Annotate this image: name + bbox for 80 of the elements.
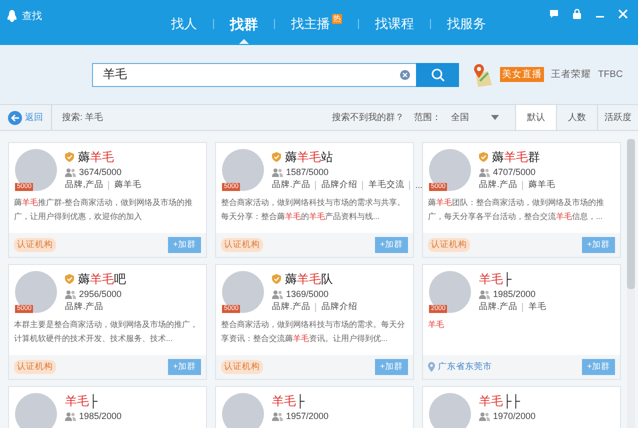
members-icon (479, 168, 490, 176)
members-icon (479, 412, 490, 420)
members-icon (65, 290, 76, 298)
members-icon (272, 290, 283, 298)
group-name[interactable]: 薅羊毛站 (285, 148, 333, 166)
group-name[interactable]: 薅羊毛吧 (78, 270, 126, 288)
group-name[interactable]: 薅羊毛 (78, 148, 114, 166)
avatar (15, 149, 57, 191)
group-tag: ... (415, 180, 422, 190)
certified-badge: 认证机构 (14, 238, 56, 252)
member-count: 1369/5000 (286, 289, 329, 299)
member-count: 1985/2000 (79, 411, 122, 421)
search-query: 搜索: 羊毛 (61, 111, 104, 124)
group-tag: 品牌介绍 (321, 179, 358, 191)
group-tag: 品牌.产品 (272, 301, 310, 313)
hot-search-link[interactable]: TFBC (598, 69, 623, 80)
group-tag: 品牌,产品 (65, 179, 104, 191)
certified-badge: 认证机构 (14, 360, 56, 374)
members-icon (65, 412, 76, 420)
map-pin-icon[interactable] (472, 62, 492, 86)
member-count: 2956/5000 (79, 289, 122, 299)
sort-tab[interactable]: 活跃度 (597, 105, 638, 130)
help-link[interactable]: 搜索不到我的群？ (332, 111, 404, 124)
search-button[interactable] (416, 62, 459, 86)
back-label: 返回 (25, 111, 43, 124)
member-count: 3674/5000 (79, 167, 122, 177)
members-icon (272, 412, 283, 420)
avatar (222, 149, 264, 191)
member-count: 1957/2000 (286, 411, 329, 421)
caret-icon (491, 115, 499, 120)
scrollbar[interactable] (627, 139, 635, 428)
chat-icon[interactable] (549, 9, 559, 19)
avatar (15, 393, 57, 428)
member-count: 4707/5000 (493, 167, 536, 177)
avatar (429, 271, 471, 313)
scope-label: 范围： (414, 111, 441, 124)
group-name[interactable]: 羊毛├ (479, 270, 512, 288)
group-name[interactable]: 羊毛├ (65, 392, 98, 410)
member-count: 1985/2000 (493, 289, 536, 299)
members-icon (272, 168, 283, 176)
penguin-icon (7, 10, 17, 22)
group-name[interactable]: 羊毛├ (272, 392, 305, 410)
certified-badge: 认证机构 (221, 238, 263, 252)
group-tag: 羊毛 (528, 301, 546, 313)
members-icon (479, 290, 490, 298)
group-tag: 品牌.产品 (479, 179, 518, 191)
hot-badge: 热 (332, 14, 342, 24)
member-count: 1970/2000 (493, 411, 536, 421)
search-icon (430, 68, 444, 82)
group-tag: 羊毛交流 (368, 179, 404, 191)
hot-search-link[interactable]: 王者荣耀 (551, 68, 591, 81)
avatar (429, 393, 471, 428)
avatar (222, 271, 264, 313)
back-arrow-icon (8, 110, 22, 124)
avatar (15, 271, 57, 313)
group-name[interactable]: 羊毛├├ (479, 392, 520, 410)
group-tag: 薅羊毛 (114, 179, 142, 191)
search-field[interactable]: 羊毛 (92, 62, 416, 86)
certified-badge: 认证机构 (221, 360, 263, 374)
group-tag: 薅羊毛 (528, 179, 556, 191)
group-tag: 品牌.产品 (65, 301, 104, 313)
close-icon[interactable] (618, 9, 628, 19)
scope-dropdown[interactable]: 全国 (451, 111, 499, 124)
group-tag: 品牌介绍 (321, 301, 358, 313)
sort-tab[interactable]: 人数 (556, 105, 597, 130)
clear-icon[interactable] (400, 70, 410, 80)
avatar (429, 149, 471, 191)
group-name[interactable]: 薅羊毛队 (285, 270, 333, 288)
member-count: 1587/5000 (286, 167, 329, 177)
avatar (222, 393, 264, 428)
members-icon (65, 168, 76, 176)
lock-icon[interactable] (572, 9, 582, 19)
group-tag: 品牌.产品 (272, 179, 310, 191)
sort-tab[interactable]: 默认 (515, 105, 556, 130)
location-pin-icon (428, 362, 435, 372)
group-tag: 品牌.产品 (479, 301, 518, 313)
group-name[interactable]: 薅羊毛群 (492, 148, 540, 166)
window-title: 查找 (22, 10, 42, 23)
certified-badge: 认证机构 (428, 238, 470, 252)
location-text: 广东省东莞市 (438, 361, 492, 373)
